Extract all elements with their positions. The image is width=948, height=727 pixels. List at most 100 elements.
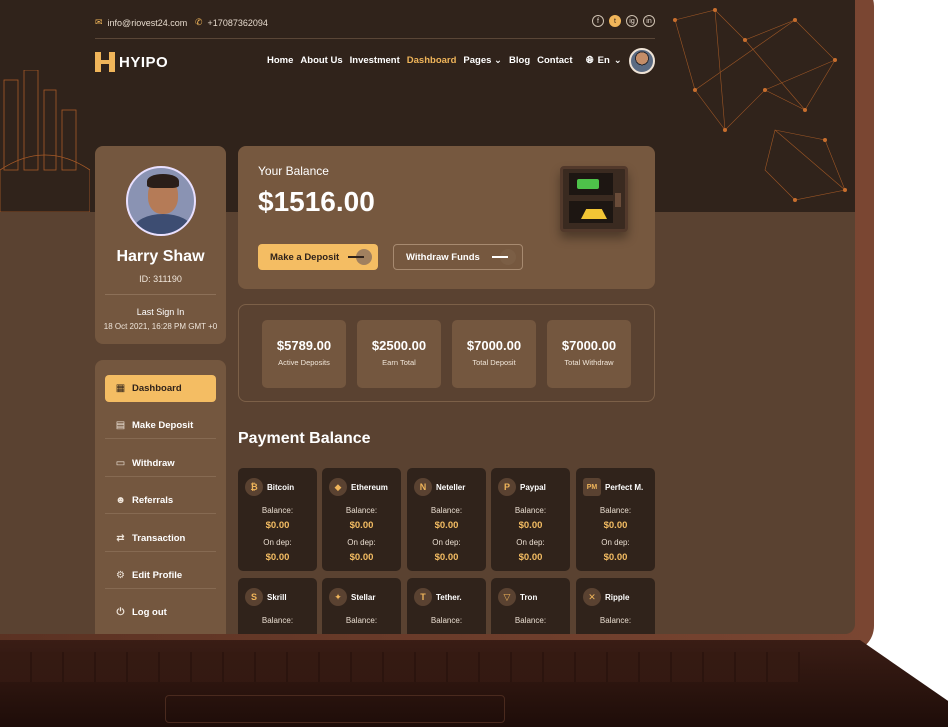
- arrow-right-icon: [348, 249, 372, 265]
- stat-total-deposit: $7000.00 Total Deposit: [452, 320, 536, 388]
- facebook-icon[interactable]: f: [592, 15, 604, 27]
- sidebar-item-label: Referrals: [132, 494, 174, 506]
- instagram-icon[interactable]: ig: [626, 15, 638, 27]
- stat-label: Active Deposits: [278, 358, 330, 367]
- email-contact[interactable]: ✉ info@riovest24.com: [95, 17, 187, 28]
- sidebar-item-transaction[interactable]: ⇄ Transaction: [105, 525, 216, 552]
- sidebar-item-withdraw[interactable]: ▭ Withdraw: [105, 450, 216, 477]
- withdraw-funds-label: Withdraw Funds: [406, 251, 480, 263]
- profile-divider: [105, 294, 216, 295]
- skyline-decoration: [0, 70, 90, 212]
- stat-value: $7000.00: [561, 338, 617, 353]
- profile-avatar: [126, 166, 196, 236]
- world-map-decoration: [673, 8, 847, 202]
- coin-name: Neteller: [436, 482, 466, 492]
- coin-card-tether[interactable]: T Tether. Balance:: [407, 578, 486, 634]
- coin-card-bitcoin[interactable]: ₿ Bitcoin Balance: $0.00 On dep: $0.00: [238, 468, 317, 571]
- logo-mark-icon: [95, 52, 115, 72]
- language-selector[interactable]: 🌐︎ En ⌄: [586, 55, 622, 66]
- phone-icon: ✆: [195, 17, 203, 27]
- make-deposit-button[interactable]: Make a Deposit: [258, 244, 378, 270]
- coin-card-ethereum[interactable]: ◆ Ethereum Balance: $0.00 On dep: $0.00: [322, 468, 401, 571]
- sidebar-item-label: Make Deposit: [132, 419, 194, 431]
- tron-icon: ▽: [498, 588, 516, 606]
- coin-card-neteller[interactable]: N Neteller Balance: $0.00 On dep: $0.00: [407, 468, 486, 571]
- phone-text: +17087362094: [207, 17, 268, 28]
- coin-name: Tron: [520, 592, 538, 602]
- nav-blog[interactable]: Blog: [509, 55, 530, 66]
- balance-value: $0.00: [518, 520, 543, 531]
- on-dep-label: On dep:: [432, 538, 461, 547]
- coin-card-stellar[interactable]: ✦ Stellar Balance:: [322, 578, 401, 634]
- sidebar-menu: ▦ Dashboard ▤ Make Deposit ▭ Withdraw ☻ …: [95, 360, 226, 634]
- balance-label: Balance:: [514, 616, 547, 625]
- arrow-right-icon: [492, 249, 516, 265]
- sidebar-item-dashboard[interactable]: ▦ Dashboard: [105, 375, 216, 402]
- coin-card-ripple[interactable]: ✕ Ripple Balance:: [576, 578, 655, 634]
- laptop-keyboard: [0, 652, 800, 682]
- main-nav: Home About Us Investment Dashboard Pages…: [267, 55, 573, 66]
- coin-name: Ripple: [605, 592, 630, 602]
- stat-value: $2500.00: [371, 338, 427, 353]
- nav-pages-label: Pages: [463, 55, 492, 66]
- balance-label: Balance:: [261, 616, 294, 625]
- coin-name: Stellar: [351, 592, 376, 602]
- stat-total-withdraw: $7000.00 Total Withdraw: [547, 320, 631, 388]
- balance-label: Balance:: [514, 506, 547, 515]
- linkedin-icon[interactable]: in: [643, 15, 655, 27]
- coin-card-tron[interactable]: ▽ Tron Balance:: [491, 578, 570, 634]
- on-dep-value: $0.00: [518, 552, 543, 563]
- users-icon: ☻: [115, 494, 126, 506]
- balance-value: $0.00: [434, 520, 459, 531]
- mail-icon: ✉: [95, 17, 103, 27]
- safe-illustration: [560, 166, 628, 232]
- chevron-down-icon: ⌄: [494, 55, 503, 66]
- nav-dashboard[interactable]: Dashboard: [407, 55, 457, 66]
- last-signin-label: Last Sign In: [136, 307, 185, 317]
- sidebar-item-referrals[interactable]: ☻ Referrals: [105, 487, 216, 514]
- balance-value: $1516.00: [258, 186, 375, 217]
- nav-about[interactable]: About Us: [300, 55, 342, 66]
- coin-card-skrill[interactable]: S Skrill Balance:: [238, 578, 317, 634]
- balance-value: $0.00: [603, 520, 628, 531]
- balance-value: $0.00: [265, 520, 290, 531]
- sidebar-item-label: Edit Profile: [132, 569, 183, 581]
- profile-card: Harry Shaw ID: 311190 Last Sign In 18 Oc…: [95, 146, 226, 344]
- globe-icon: 🌐︎: [586, 55, 594, 66]
- last-signin-value: 18 Oct 2021, 16:28 PM GMT +0: [103, 322, 218, 331]
- header-divider: [95, 38, 655, 39]
- dashboard-icon: ▦: [115, 383, 126, 394]
- sidebar-item-label: Transaction: [132, 532, 186, 544]
- sidebar-item-edit-profile[interactable]: ⚙ Edit Profile: [105, 562, 216, 589]
- social-links: f t ig in: [592, 15, 655, 27]
- user-avatar[interactable]: [629, 48, 655, 74]
- profile-name: Harry Shaw: [116, 248, 205, 265]
- coin-name: Tether.: [436, 592, 462, 602]
- withdraw-funds-button[interactable]: Withdraw Funds: [393, 244, 523, 270]
- stat-value: $7000.00: [466, 338, 522, 353]
- coin-name: Ethereum: [351, 482, 388, 492]
- nav-pages[interactable]: Pages ⌄: [463, 55, 502, 66]
- on-dep-label: On dep:: [263, 538, 292, 547]
- ethereum-icon: ◆: [329, 478, 347, 496]
- brand-logo[interactable]: HYIPO: [95, 52, 168, 72]
- laptop-screen: ✉ info@riovest24.com ✆ +17087362094 f t …: [0, 0, 855, 634]
- balance-label: Balance:: [430, 506, 463, 515]
- stat-value: $5789.00: [276, 338, 332, 353]
- phone-contact[interactable]: ✆ +17087362094: [195, 17, 268, 28]
- coin-card-paypal[interactable]: P Paypal Balance: $0.00 On dep: $0.00: [491, 468, 570, 571]
- nav-contact[interactable]: Contact: [537, 55, 572, 66]
- balance-label: Balance:: [430, 616, 463, 625]
- profile-id: ID: 311190: [139, 274, 182, 284]
- twitter-icon[interactable]: t: [609, 15, 621, 27]
- logout-icon: ⏻: [116, 607, 125, 618]
- on-dep-label: On dep:: [516, 538, 545, 547]
- brand-name: HYIPO: [119, 53, 169, 71]
- nav-investment[interactable]: Investment: [350, 55, 400, 66]
- user-gear-icon: ⚙: [116, 569, 125, 581]
- balance-label: Your Balance: [258, 164, 329, 178]
- sidebar-item-logout[interactable]: ⏻ Log out: [105, 599, 216, 626]
- sidebar-item-make-deposit[interactable]: ▤ Make Deposit: [105, 412, 216, 439]
- coin-card-perfect-money[interactable]: PM Perfect M. Balance: $0.00 On dep: $0.0…: [576, 468, 655, 571]
- nav-home[interactable]: Home: [267, 55, 293, 66]
